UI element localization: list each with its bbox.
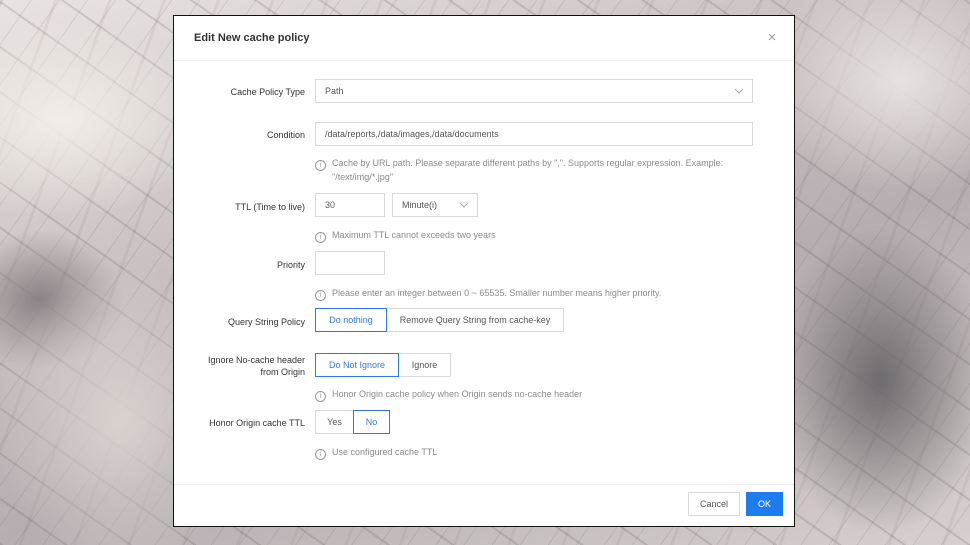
chevron-down-icon <box>734 88 744 94</box>
ignore-option-ignore[interactable]: Ignore <box>398 353 451 377</box>
info-circle-icon: i <box>315 160 326 171</box>
dialog-title: Edit New cache policy <box>194 32 310 44</box>
dialog-header: Edit New cache policy × <box>174 16 794 61</box>
query-option-remove[interactable]: Remove Query String from cache-key <box>386 308 564 332</box>
condition-hint: i Cache by URL path. Please separate diff… <box>315 157 723 184</box>
info-circle-icon: i <box>315 449 326 460</box>
honor-ttl-hint-text: Use configured cache TTL <box>332 447 438 457</box>
priority-label: Priority <box>276 260 305 270</box>
query-string-label: Query String Policy <box>227 317 305 327</box>
condition-hint-line2: "/text/img/*.jpg" <box>332 172 393 182</box>
honor-option-no[interactable]: No <box>353 410 390 434</box>
ignore-option-do-not-ignore[interactable]: Do Not Ignore <box>315 353 399 377</box>
ttl-hint-text: Maximum TTL cannot exceeds two years <box>332 230 496 240</box>
policy-type-select[interactable]: Path <box>315 79 753 103</box>
condition-input[interactable]: /data/reports,/data/images,/data/documen… <box>315 122 753 146</box>
ignore-nocache-label-line1: Ignore No-cache header <box>207 355 305 365</box>
condition-hint-line1: Cache by URL path. Please separate diffe… <box>332 158 724 168</box>
info-circle-icon: i <box>315 290 326 301</box>
edit-cache-policy-dialog: Edit New cache policy × Cache Policy Typ… <box>173 15 795 527</box>
ttl-unit-select[interactable]: Minute(i) <box>392 193 478 217</box>
dialog-footer: Cancel OK <box>174 484 794 526</box>
info-circle-icon: i <box>315 232 326 243</box>
ttl-value: 30 <box>325 200 336 210</box>
ignore-nocache-label: Ignore No-cache header from Origin <box>208 354 305 378</box>
condition-label: Condition <box>266 130 305 140</box>
policy-type-label: Cache Policy Type <box>230 87 305 97</box>
ok-button[interactable]: OK <box>746 492 783 516</box>
ignore-nocache-label-line2: from Origin <box>260 367 305 377</box>
priority-hint: i Please enter an integer between 0 ~ 655… <box>315 287 661 301</box>
policy-type-value: Path <box>325 86 344 96</box>
honor-option-yes[interactable]: Yes <box>315 410 354 434</box>
honor-ttl-hint: i Use configured cache TTL <box>315 446 437 460</box>
info-circle-icon: i <box>315 391 326 402</box>
honor-ttl-label: Honor Origin cache TTL <box>209 418 305 428</box>
chevron-down-icon <box>459 202 469 208</box>
cancel-button[interactable]: Cancel <box>688 492 740 516</box>
ttl-input[interactable]: 30 <box>315 193 385 217</box>
close-icon[interactable]: × <box>764 30 780 46</box>
ignore-nocache-hint-text: Honor Origin cache policy when Origin se… <box>332 389 583 399</box>
priority-hint-text: Please enter an integer between 0 ~ 6553… <box>332 288 662 298</box>
priority-input[interactable] <box>315 251 385 275</box>
condition-value: /data/reports,/data/images,/data/documen… <box>325 129 499 139</box>
ignore-nocache-hint: i Honor Origin cache policy when Origin s… <box>315 388 582 402</box>
ttl-hint: i Maximum TTL cannot exceeds two years <box>315 229 496 243</box>
query-option-do-nothing[interactable]: Do nothing <box>315 308 387 332</box>
ttl-label: TTL (Time to live) <box>235 202 305 212</box>
ttl-unit-value: Minute(i) <box>402 200 438 210</box>
